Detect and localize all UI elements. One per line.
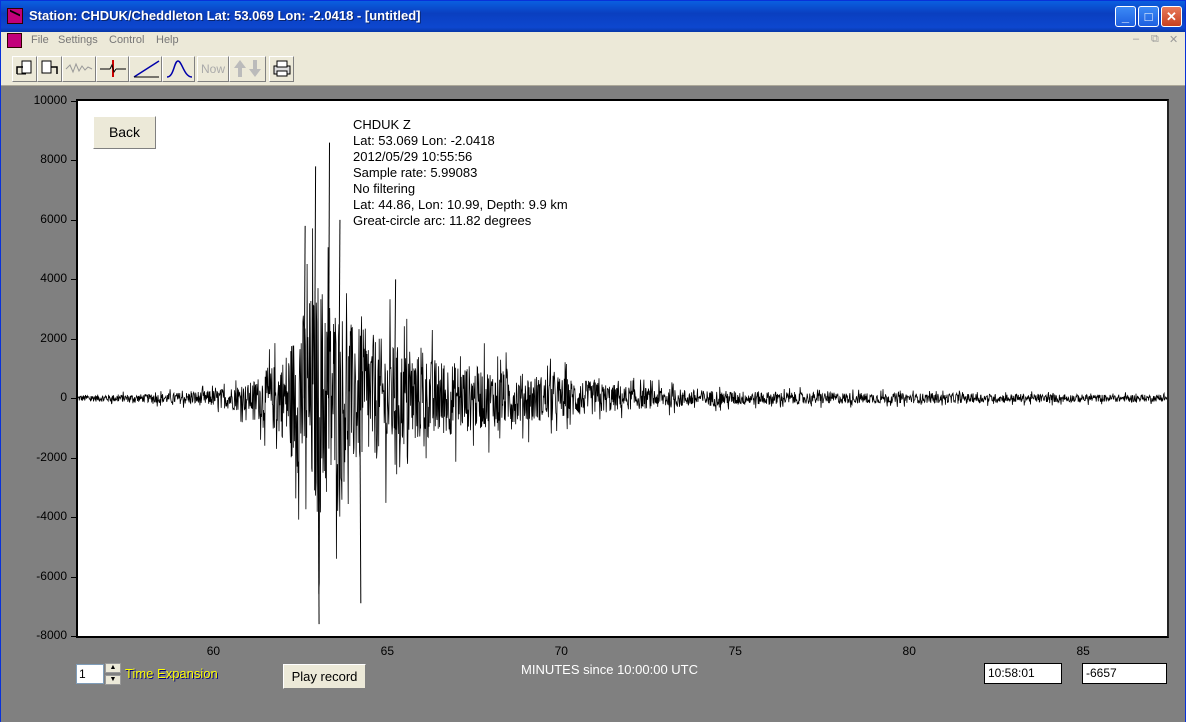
seismogram-plot[interactable] xyxy=(76,99,1169,638)
save-file-button[interactable] xyxy=(37,56,62,82)
menu-bar: File Settings Control Help – ⧉ ✕ xyxy=(1,32,1185,50)
ramp-icon xyxy=(133,60,159,78)
save-file-icon xyxy=(41,60,58,74)
mdi-minimize-button[interactable]: – xyxy=(1133,33,1139,45)
spectrum-button[interactable] xyxy=(162,56,195,82)
y-tick-label: -4000 xyxy=(36,509,67,524)
y-tick-label: 4000 xyxy=(40,271,67,286)
menu-control[interactable]: Control xyxy=(109,34,144,46)
y-tick-label: 10000 xyxy=(33,93,67,107)
info-datetime: 2012/05/29 10:55:56 xyxy=(353,149,473,164)
print-button[interactable] xyxy=(269,56,294,82)
y-tick-label: -8000 xyxy=(36,628,67,642)
info-filtering: No filtering xyxy=(353,181,416,196)
window-title: Station: CHDUK/Cheddleton Lat: 53.069 Lo… xyxy=(29,8,421,23)
menu-file[interactable]: File xyxy=(31,34,49,46)
x-tick-label: 75 xyxy=(728,644,742,658)
close-button[interactable]: ✕ xyxy=(1161,6,1182,27)
minimize-button[interactable]: _ xyxy=(1115,6,1136,27)
ramp-button[interactable] xyxy=(129,56,162,82)
app-icon xyxy=(7,8,23,24)
info-great-circle-arc: Great-circle arc: 11.82 degrees xyxy=(353,213,532,228)
trace-peak xyxy=(394,279,397,399)
x-axis-title: MINUTES since 10:00:00 UTC xyxy=(521,662,699,677)
up-down-arrows-icon xyxy=(234,60,261,77)
app-window: Station: CHDUK/Cheddleton Lat: 53.069 Lo… xyxy=(0,0,1186,722)
seismogram-trace xyxy=(78,142,1167,625)
mdi-restore-button[interactable]: ⧉ xyxy=(1151,33,1159,46)
y-tick-label: 2000 xyxy=(40,330,67,345)
document-icon[interactable] xyxy=(7,33,22,48)
trace-peak xyxy=(359,398,362,604)
trace-peak xyxy=(317,398,320,625)
mdi-close-button[interactable]: ✕ xyxy=(1169,33,1178,46)
waveform-icon xyxy=(65,62,93,74)
play-record-button[interactable]: Play record xyxy=(283,664,366,689)
expansion-down-button[interactable]: ▼ xyxy=(105,675,121,685)
time-readout: 10:58:01 xyxy=(984,663,1062,684)
y-tick-label: 0 xyxy=(60,390,67,405)
maximize-button[interactable]: □ xyxy=(1138,6,1159,27)
info-station-location: Lat: 53.069 Lon: -2.0418 xyxy=(353,133,495,148)
pick-marker-icon xyxy=(99,60,126,77)
time-expansion-input[interactable]: 1 xyxy=(76,664,104,684)
info-station-channel: CHDUK Z xyxy=(353,117,411,132)
printer-icon xyxy=(273,60,290,77)
x-tick-label: 65 xyxy=(380,644,394,658)
now-button[interactable]: Now xyxy=(197,56,229,82)
y-tick-label: -6000 xyxy=(36,568,67,583)
y-tick-label: 6000 xyxy=(40,211,67,226)
info-sample-rate: Sample rate: 5.99083 xyxy=(353,165,478,180)
x-tick-label: 85 xyxy=(1076,644,1090,658)
time-expansion-label: Time Expansion xyxy=(125,666,218,681)
y-tick-label: 8000 xyxy=(40,152,67,167)
y-tick-label: -2000 xyxy=(36,449,67,464)
trace-line xyxy=(78,228,1167,595)
x-tick-label: 60 xyxy=(206,644,221,658)
x-tick-label: 70 xyxy=(554,644,568,658)
back-button[interactable]: Back xyxy=(93,116,156,149)
station-info: CHDUK Z Lat: 53.069 Lon: -2.0418 2012/05… xyxy=(353,117,568,229)
expansion-up-button[interactable]: ▲ xyxy=(105,663,121,673)
scroll-button[interactable] xyxy=(229,56,266,82)
info-event-location: Lat: 44.86, Lon: 10.99, Depth: 9.9 km xyxy=(353,197,568,212)
pick-button[interactable] xyxy=(96,56,129,82)
waveform-button[interactable] xyxy=(62,56,96,82)
spectrum-icon xyxy=(166,60,192,78)
toolbar: Now xyxy=(1,50,1185,86)
menu-settings[interactable]: Settings xyxy=(58,34,98,46)
menu-help[interactable]: Help xyxy=(156,34,179,46)
open-file-icon xyxy=(15,60,31,75)
x-tick-label: 80 xyxy=(902,644,916,658)
title-bar[interactable]: Station: CHDUK/Cheddleton Lat: 53.069 Lo… xyxy=(1,1,1185,32)
open-file-button[interactable] xyxy=(12,56,37,82)
value-readout: -6657 xyxy=(1082,663,1167,684)
